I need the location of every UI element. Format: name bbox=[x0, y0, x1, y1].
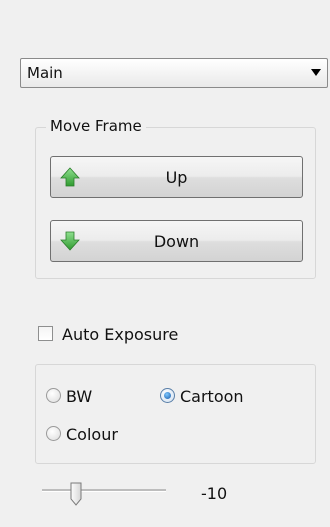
down-button-label: Down bbox=[153, 232, 200, 251]
chevron-down-icon[interactable] bbox=[311, 69, 321, 76]
up-button[interactable]: Up bbox=[50, 156, 303, 198]
exposure-slider[interactable] bbox=[42, 482, 166, 512]
radio-bw-label: BW bbox=[66, 387, 93, 406]
view-dropdown[interactable]: Main bbox=[20, 58, 328, 88]
slider-track[interactable] bbox=[42, 489, 166, 492]
radio-cartoon-label: Cartoon bbox=[180, 387, 244, 406]
move-frame-group: Move Frame Up Down bbox=[35, 117, 316, 279]
radio-colour-label: Colour bbox=[66, 425, 118, 444]
down-button[interactable]: Down bbox=[50, 220, 303, 262]
move-frame-legend: Move Frame bbox=[46, 117, 146, 135]
up-button-label: Up bbox=[165, 168, 188, 187]
auto-exposure-label: Auto Exposure bbox=[62, 325, 179, 344]
radio-bw-button[interactable] bbox=[46, 388, 61, 403]
slider-value-readout: -10 bbox=[201, 484, 228, 503]
radio-selected-dot bbox=[164, 392, 171, 399]
slider-thumb[interactable] bbox=[70, 482, 82, 506]
color-mode-group: BW Cartoon Colour bbox=[35, 364, 316, 464]
auto-exposure-checkbox[interactable] bbox=[38, 326, 53, 341]
radio-cartoon-button[interactable] bbox=[160, 388, 175, 403]
radio-colour-button[interactable] bbox=[46, 426, 61, 441]
view-dropdown-value: Main bbox=[27, 64, 63, 82]
